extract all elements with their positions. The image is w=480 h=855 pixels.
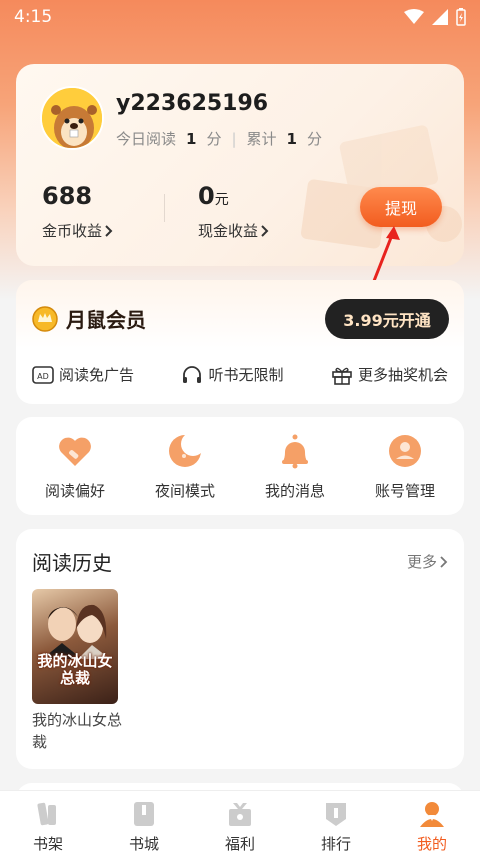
history-book[interactable]: 我的冰山女总裁 我的冰山女总裁 [32,589,122,754]
vip-title-text: 月鼠会员 [66,308,146,332]
vip-title: 月鼠会员 [32,304,146,333]
tool-reading-preference[interactable]: 阅读偏好 [25,432,125,501]
user-icon [389,434,421,467]
earnings-divider [164,194,165,222]
vip-subscribe-button[interactable]: 3.99元开通 [325,299,449,339]
tab-label: 书架 [32,835,63,853]
history-more-link[interactable]: 更多 [407,551,448,572]
tab-label: 我的 [416,835,447,853]
signal-icon [432,9,448,25]
reading-stats: 今日阅读 1 分 | 累计 1 分 [116,128,322,149]
total-reading-label: 累计 [246,130,277,148]
total-reading-value: 1 [286,129,297,148]
tab-me[interactable]: 我的 [384,791,480,855]
coin-earnings[interactable]: 688 金币收益 [42,182,113,241]
today-reading-label: 今日阅读 [116,130,177,148]
tool-label: 阅读偏好 [44,481,105,500]
beaver-mascot-icon [42,88,102,148]
tool-label: 我的消息 [264,481,325,500]
vip-card: 月鼠会员 3.99元开通 AD 阅读免广告 听书无限制 更多抽奖机会 [16,280,464,404]
history-more-label: 更多 [406,553,437,571]
svg-text:AD: AD [37,372,49,381]
status-bar: 4:15 [0,0,480,34]
bottom-tab-bar: 书架 书城 福利 排行 我的 [0,790,480,855]
tool-night-mode[interactable]: 夜间模式 [135,431,235,501]
vip-perks: AD 阅读免广告 听书无限制 更多抽奖机会 [32,364,448,385]
reading-history: 阅读历史 更多 我的冰山女总裁 我的冰山女总裁 [16,529,464,769]
battery-icon [456,8,466,26]
wifi-icon [404,9,424,24]
tab-label: 福利 [224,835,255,853]
book-cover: 我的冰山女总裁 [32,589,118,704]
gift-icon [332,367,352,385]
coin-earnings-label: 金币收益 [42,222,103,240]
bell-icon [282,434,308,468]
withdraw-button[interactable]: 提现 [360,187,442,227]
chevron-right-icon [440,555,448,568]
chevron-right-icon [105,224,113,237]
book-icon [134,802,154,826]
tool-label: 夜间模式 [154,481,215,500]
tab-bookstore[interactable]: 书城 [96,791,192,855]
tab-label: 书城 [128,835,159,853]
tab-welfare[interactable]: 福利 [192,791,288,855]
stats-divider: | [231,129,237,148]
tools-grid: 阅读偏好 夜间模式 我的消息 账号管理 [16,417,464,515]
tool-account[interactable]: 账号管理 [355,432,455,501]
perk-label: 更多抽奖机会 [357,366,448,384]
perk-audio: 听书无限制 [181,364,284,385]
history-title: 阅读历史 [32,551,112,575]
today-reading-unit: 分 [206,130,222,148]
book-title: 我的冰山女总裁 [32,711,123,751]
coin-earnings-value: 688 [42,182,93,210]
heart-icon [59,437,91,466]
cash-earnings[interactable]: 0元 现金收益 [198,182,269,241]
profile-icon [420,802,444,827]
chevron-right-icon [261,224,269,237]
tool-label: 账号管理 [374,481,435,500]
gift-box-icon [229,803,251,826]
cash-earnings-label: 现金收益 [198,222,259,240]
perk-lottery: 更多抽奖机会 [331,364,448,385]
tab-bookshelf[interactable]: 书架 [0,791,96,855]
perk-no-ads: AD 阅读免广告 [32,364,134,385]
perk-label: 听书无限制 [208,366,284,384]
cash-earnings-unit: 元 [214,192,229,208]
tab-ranking[interactable]: 排行 [288,791,384,855]
book-cover-title: 我的冰山女总裁 [37,652,113,687]
moon-icon [169,431,204,467]
cash-earnings-value: 0 [198,182,215,210]
perk-label: 阅读免广告 [59,366,135,384]
username: y223625196 [116,91,269,116]
crown-coin-icon [32,305,58,332]
status-time: 4:15 [14,7,53,27]
total-reading-unit: 分 [306,130,322,148]
tab-label: 排行 [320,835,351,853]
today-reading-value: 1 [186,129,197,148]
avatar[interactable] [40,86,104,150]
tool-messages[interactable]: 我的消息 [245,432,345,501]
ranking-icon [326,803,346,826]
bookshelf-icon [37,802,56,826]
ad-icon: AD [32,365,54,384]
headphones-icon [183,365,202,383]
